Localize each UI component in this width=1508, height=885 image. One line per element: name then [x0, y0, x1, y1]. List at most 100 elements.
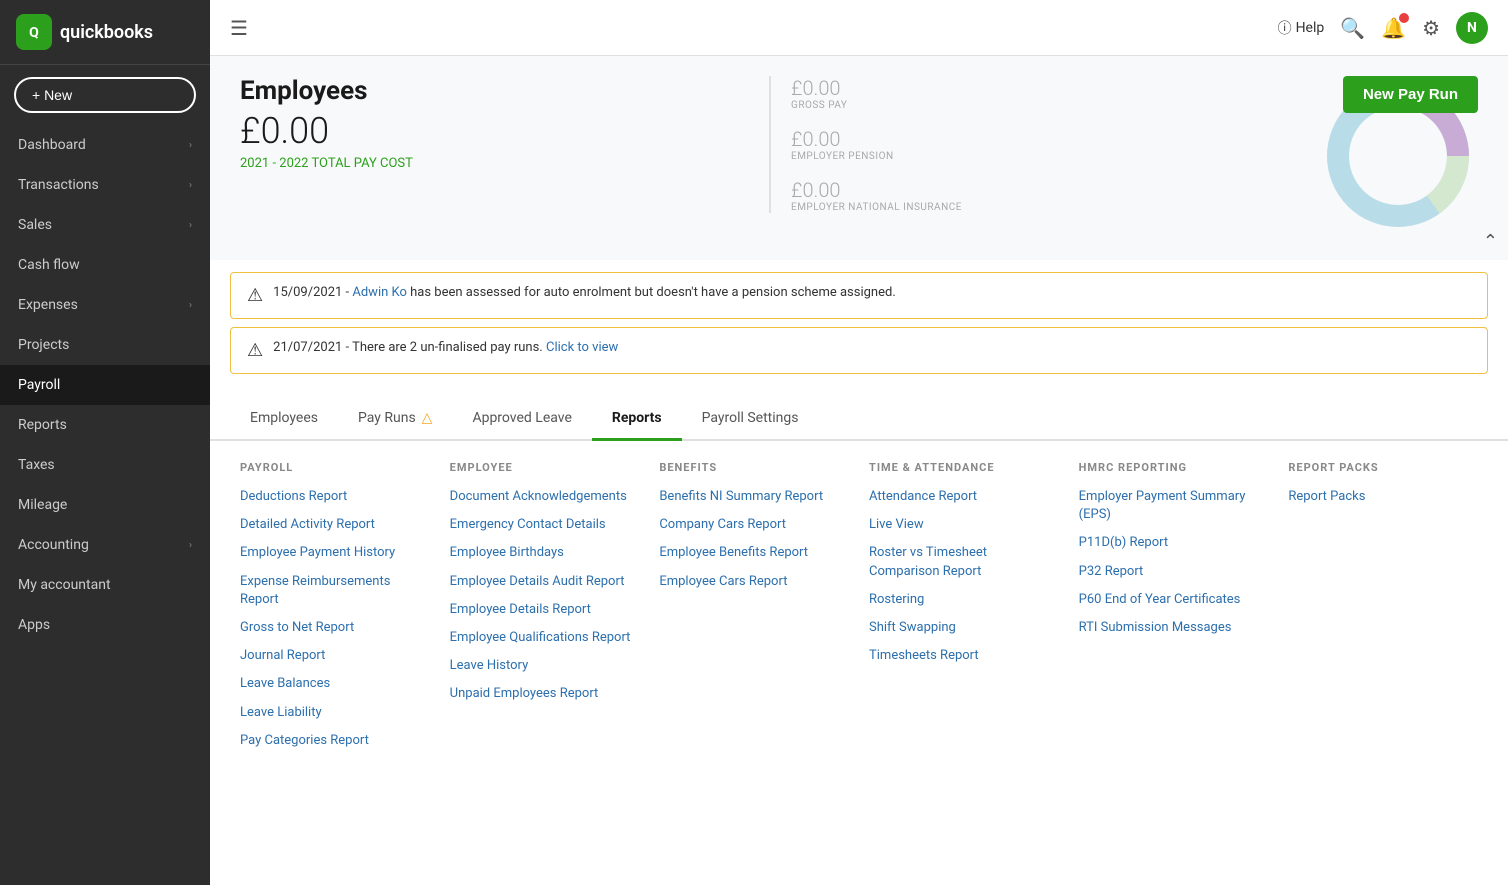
- stat-value-2: £0.00: [791, 178, 962, 202]
- report-column-4: HMRC REPORTINGEmployer Payment Summary (…: [1079, 461, 1269, 760]
- report-link-2-3[interactable]: Employee Cars Report: [659, 573, 849, 591]
- sidebar-item-label: Apps: [18, 617, 50, 633]
- sidebar-item-payroll[interactable]: Payroll: [0, 365, 210, 405]
- alert-text-1: 15/09/2021 - Adwin Ko has been assessed …: [273, 285, 896, 300]
- sidebar-item-label: My accountant: [18, 577, 111, 593]
- sidebar-item-expenses[interactable]: Expenses›: [0, 285, 210, 325]
- report-link-5-0[interactable]: Report Packs: [1288, 488, 1478, 506]
- report-link-1-0[interactable]: Document Acknowledgements: [450, 488, 640, 506]
- stat-label-0: GROSS PAY: [791, 100, 962, 111]
- report-link-0-4[interactable]: Gross to Net Report: [240, 619, 430, 637]
- sidebar-item-taxes[interactable]: Taxes: [0, 445, 210, 485]
- stat-label-1: EMPLOYER PENSION: [791, 151, 962, 162]
- collapse-button[interactable]: ⌃: [1483, 231, 1498, 252]
- report-link-3-1[interactable]: Live View: [869, 516, 1059, 534]
- sidebar-header: Q quickbooks: [0, 0, 210, 65]
- report-link-0-3[interactable]: Expense Reimbursements Report: [240, 573, 430, 609]
- report-link-2-1[interactable]: Company Cars Report: [659, 516, 849, 534]
- report-link-0-1[interactable]: Detailed Activity Report: [240, 516, 430, 534]
- alerts-section: ⚠ 15/09/2021 - Adwin Ko has been assesse…: [210, 260, 1508, 394]
- report-link-3-2[interactable]: Roster vs Timesheet Comparison Report: [869, 544, 1059, 580]
- col-header-1: EMPLOYEE: [450, 461, 640, 474]
- tab-pay-runs[interactable]: Pay Runs△: [338, 398, 452, 441]
- sidebar-item-reports[interactable]: Reports: [0, 405, 210, 445]
- report-link-1-7[interactable]: Unpaid Employees Report: [450, 685, 640, 703]
- sidebar-item-mileage[interactable]: Mileage: [0, 485, 210, 525]
- tab-approved-leave[interactable]: Approved Leave: [452, 398, 591, 441]
- alert-text-2: 21/07/2021 - There are 2 un-finalised pa…: [273, 340, 618, 355]
- report-link-1-2[interactable]: Employee Birthdays: [450, 544, 640, 562]
- report-link-3-4[interactable]: Shift Swapping: [869, 619, 1059, 637]
- topbar: ☰ ⓘ Help 🔍 🔔 ⚙ N: [210, 0, 1508, 56]
- sidebar-item-projects[interactable]: Projects: [0, 325, 210, 365]
- settings-button[interactable]: ⚙: [1422, 16, 1440, 40]
- stat-item-1: £0.00EMPLOYER PENSION: [791, 127, 962, 162]
- report-link-3-0[interactable]: Attendance Report: [869, 488, 1059, 506]
- stat-item-2: £0.00EMPLOYER NATIONAL INSURANCE: [791, 178, 962, 213]
- report-column-3: TIME & ATTENDANCE Attendance Report Live V…: [869, 461, 1059, 760]
- report-link-1-3[interactable]: Employee Details Audit Report: [450, 573, 640, 591]
- report-link-0-2[interactable]: Employee Payment History: [240, 544, 430, 562]
- report-link-2-2[interactable]: Employee Benefits Report: [659, 544, 849, 562]
- chevron-icon: ›: [189, 220, 192, 231]
- header-left: Employees £0.00 2021 - 2022 TOTAL PAY CO…: [240, 76, 413, 171]
- report-link-0-6[interactable]: Leave Balances: [240, 675, 430, 693]
- sidebar-item-label: Accounting: [18, 537, 89, 553]
- sidebar-item-accounting[interactable]: Accounting›: [0, 525, 210, 565]
- notifications-button[interactable]: 🔔: [1381, 16, 1406, 40]
- col-header-3: TIME & ATTENDANCE: [869, 461, 1059, 474]
- report-link-4-1[interactable]: P11D(b) Report: [1079, 534, 1269, 552]
- new-pay-run-button[interactable]: New Pay Run: [1343, 76, 1478, 113]
- help-button[interactable]: ⓘ Help: [1278, 18, 1325, 38]
- report-link-1-5[interactable]: Employee Qualifications Report: [450, 629, 640, 647]
- alert-icon-2: ⚠: [247, 340, 263, 361]
- search-button[interactable]: 🔍: [1340, 16, 1365, 40]
- report-link-1-1[interactable]: Emergency Contact Details: [450, 516, 640, 534]
- brand-name: quickbooks: [60, 22, 153, 43]
- hamburger-menu[interactable]: ☰: [230, 16, 248, 40]
- alert-date-1: 15/09/2021 -: [273, 285, 352, 300]
- report-link-0-0[interactable]: Deductions Report: [240, 488, 430, 506]
- report-link-4-0[interactable]: Employer Payment Summary (EPS): [1079, 488, 1269, 524]
- stat-label-2: EMPLOYER NATIONAL INSURANCE: [791, 202, 962, 213]
- report-link-4-3[interactable]: P60 End of Year Certificates: [1079, 591, 1269, 609]
- sidebar-item-transactions[interactable]: Transactions›: [0, 165, 210, 205]
- alert-link-2[interactable]: Click to view: [546, 340, 618, 355]
- tabs-bar: EmployeesPay Runs△ Approved Leave Reports P…: [210, 398, 1508, 441]
- report-link-2-0[interactable]: Benefits NI Summary Report: [659, 488, 849, 506]
- tab-label-reports: Reports: [612, 410, 662, 426]
- tab-reports[interactable]: Reports: [592, 398, 682, 441]
- sidebar-item-apps[interactable]: Apps: [0, 605, 210, 645]
- report-link-0-5[interactable]: Journal Report: [240, 647, 430, 665]
- report-column-1: EMPLOYEE Document Acknowledgements Emergen…: [450, 461, 640, 760]
- report-link-0-8[interactable]: Pay Categories Report: [240, 732, 430, 750]
- stat-item-0: £0.00GROSS PAY: [791, 76, 962, 111]
- tab-payroll-settings[interactable]: Payroll Settings: [682, 398, 819, 441]
- report-link-3-3[interactable]: Rostering: [869, 591, 1059, 609]
- alert-message-1: has been assessed for auto enrolment but…: [410, 285, 896, 300]
- sidebar-item-label: Cash flow: [18, 257, 80, 273]
- sidebar-item-my-accountant[interactable]: My accountant: [0, 565, 210, 605]
- report-column-0: PAYROLLDeductions ReportDetailed Activit…: [240, 461, 430, 760]
- report-link-3-5[interactable]: Timesheets Report: [869, 647, 1059, 665]
- report-link-4-4[interactable]: RTI Submission Messages: [1079, 619, 1269, 637]
- alert-icon-1: ⚠: [247, 285, 263, 306]
- tab-label-approved-leave: Approved Leave: [472, 410, 571, 426]
- warn-icon-pay-runs: △: [422, 410, 433, 426]
- report-link-1-6[interactable]: Leave History: [450, 657, 640, 675]
- tab-employees[interactable]: Employees: [230, 398, 338, 441]
- quickbooks-logo: Q: [16, 14, 52, 50]
- sidebar-nav: Dashboard›Transactions›Sales› Cash flow Ex…: [0, 125, 210, 645]
- sidebar-item-sales[interactable]: Sales›: [0, 205, 210, 245]
- sidebar-item-dashboard[interactable]: Dashboard›: [0, 125, 210, 165]
- alert-link-1[interactable]: Adwin Ko: [352, 285, 407, 300]
- sidebar-item-label: Mileage: [18, 497, 67, 513]
- new-button[interactable]: + New: [14, 77, 196, 113]
- chevron-icon: ›: [189, 300, 192, 311]
- report-link-1-4[interactable]: Employee Details Report: [450, 601, 640, 619]
- sidebar-item-cashflow[interactable]: Cash flow: [0, 245, 210, 285]
- user-avatar[interactable]: N: [1456, 12, 1488, 44]
- report-link-4-2[interactable]: P32 Report: [1079, 563, 1269, 581]
- chevron-icon: ›: [189, 180, 192, 191]
- report-link-0-7[interactable]: Leave Liability: [240, 704, 430, 722]
